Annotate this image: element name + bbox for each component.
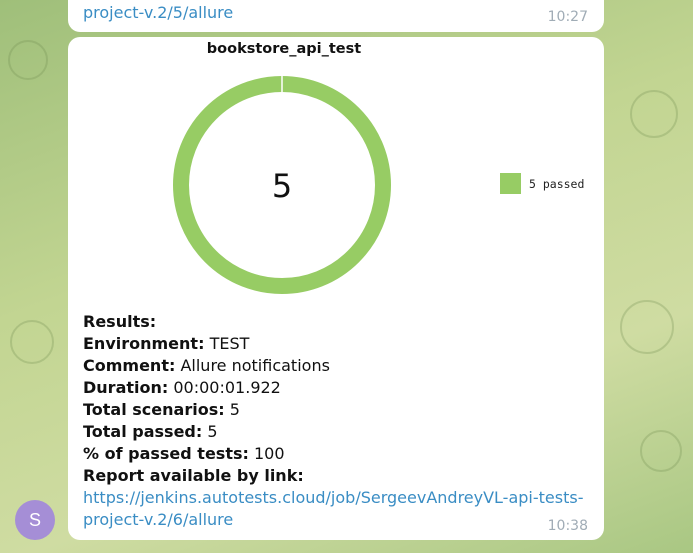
duration-line: Duration: 00:00:01.922 [83, 378, 281, 397]
legend-swatch [500, 173, 521, 194]
message-time: 10:38 [547, 518, 588, 534]
donut-center-label: 5 [272, 167, 292, 205]
message-time: 10:27 [547, 9, 588, 25]
total-scenarios-line: Total scenarios: 5 [83, 400, 240, 419]
environment-line: Environment: TEST [83, 334, 250, 353]
avatar[interactable]: S [15, 500, 55, 540]
comment-line: Comment: Allure notifications [83, 356, 330, 375]
background-doodle [630, 90, 678, 138]
report-link[interactable]: https://jenkins.autotests.cloud/job/Serg… [83, 487, 583, 531]
previous-message-bubble: project-v.2/5/allure 10:27 [68, 0, 604, 32]
results-heading: Results: [83, 312, 157, 331]
percent-passed-line: % of passed tests: 100 [83, 444, 285, 463]
legend-label: 5 passed [529, 177, 584, 191]
message-bubble: bookstore_api_test 55 passed Results: En… [68, 37, 604, 540]
previous-report-link[interactable]: project-v.2/5/allure [83, 3, 233, 22]
total-passed-line: Total passed: 5 [83, 422, 218, 441]
donut-chart[interactable]: 5 5 passed [68, 37, 604, 302]
results-text: Results: Environment: TEST Comment: Allu… [83, 311, 583, 531]
background-doodle [10, 320, 54, 364]
background-doodle [640, 430, 682, 472]
report-label-line: Report available by link: [83, 466, 304, 485]
background-doodle [8, 40, 48, 80]
background-doodle [620, 300, 674, 354]
